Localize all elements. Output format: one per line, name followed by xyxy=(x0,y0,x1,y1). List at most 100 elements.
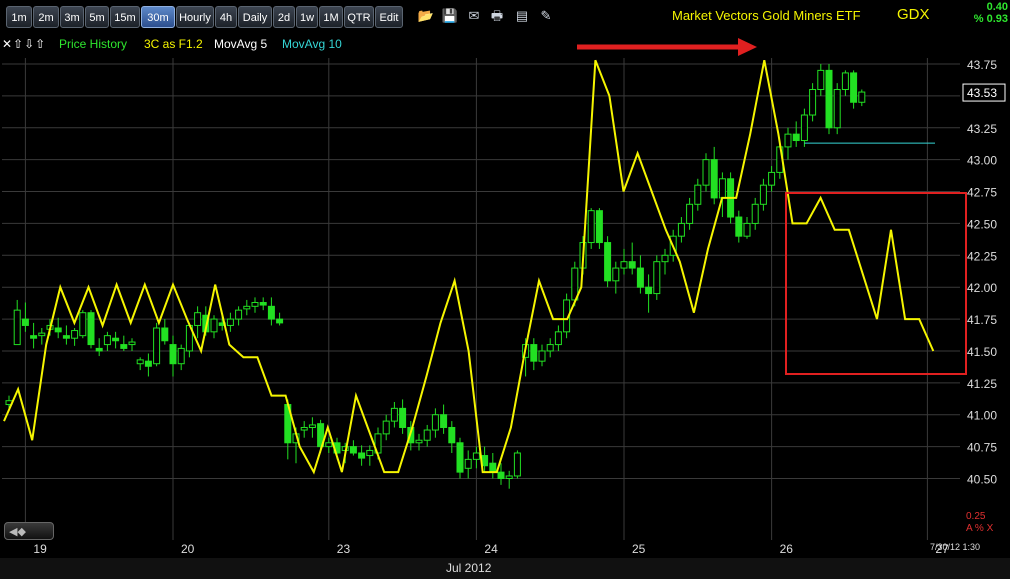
candle-body xyxy=(399,407,407,428)
candle-body xyxy=(276,318,284,324)
y-tick-label: 41.75 xyxy=(967,313,997,327)
candle-body xyxy=(604,242,612,282)
candle-body xyxy=(489,462,497,473)
candle-body xyxy=(661,254,669,263)
candle-body xyxy=(645,286,653,295)
candle-body xyxy=(21,318,29,326)
last-price-label: 43.53 xyxy=(967,86,997,100)
candle-body xyxy=(349,446,357,454)
candle-body xyxy=(751,203,759,224)
candle-body xyxy=(546,344,554,352)
candle-body xyxy=(800,114,808,142)
candle-body xyxy=(759,184,767,205)
candle-body xyxy=(530,344,538,362)
candle-body xyxy=(308,424,316,428)
candle-body xyxy=(710,159,718,199)
candle-body xyxy=(628,261,636,269)
month-label: Jul 2012 xyxy=(446,561,492,575)
candle-body xyxy=(128,341,136,346)
candle-body xyxy=(112,337,120,342)
x-tick-label: 26 xyxy=(780,542,794,556)
candle-body xyxy=(538,350,546,362)
y-tick-label: 43.75 xyxy=(967,58,997,72)
candle-body xyxy=(210,318,218,333)
y-tick-label: 42.25 xyxy=(967,249,997,263)
candle-body xyxy=(54,327,62,333)
candle-body xyxy=(87,312,95,346)
candle-body xyxy=(677,222,685,237)
candle-body xyxy=(595,210,603,244)
indicator-low-value: 0.25 xyxy=(966,511,986,522)
candle-body xyxy=(259,301,267,306)
candle-body xyxy=(456,442,464,473)
candle-body xyxy=(144,360,152,367)
y-tick-label: 40.75 xyxy=(967,441,997,455)
candle-body xyxy=(620,261,628,269)
y-tick-label: 41.00 xyxy=(967,409,997,423)
candle-body xyxy=(448,426,456,444)
candle-body xyxy=(809,89,817,116)
x-tick-label: 19 xyxy=(33,542,47,556)
candle-body xyxy=(464,458,472,469)
y-tick-label: 41.25 xyxy=(967,377,997,391)
candle-body xyxy=(300,426,308,431)
x-tick-label: 23 xyxy=(337,542,351,556)
candle-body xyxy=(702,159,710,186)
candle-body xyxy=(833,89,841,129)
candle-body xyxy=(825,69,833,129)
candle-body xyxy=(95,347,103,352)
candle-body xyxy=(513,452,521,477)
candle-body xyxy=(497,471,505,480)
candle-body xyxy=(415,439,423,444)
candle-body xyxy=(153,327,161,365)
candle-body xyxy=(686,203,694,224)
y-tick-label: 42.50 xyxy=(967,217,997,231)
candle-body xyxy=(243,305,251,310)
candle-body xyxy=(267,305,275,320)
candle-body xyxy=(735,216,743,237)
x-tick-label: 20 xyxy=(181,542,195,556)
candle-body xyxy=(784,133,792,148)
candle-body xyxy=(194,312,202,326)
x-tick-label: 24 xyxy=(484,542,498,556)
y-tick-label: 40.50 xyxy=(967,473,997,487)
candle-body xyxy=(177,347,185,365)
candle-body xyxy=(653,261,661,295)
candle-body xyxy=(587,210,595,244)
candle-body xyxy=(636,267,644,288)
x-tick-label: 25 xyxy=(632,542,646,556)
candle-body xyxy=(103,335,111,346)
timeline-bar xyxy=(0,558,1010,579)
candle-body xyxy=(390,407,398,422)
candle-body xyxy=(768,171,776,186)
candle-body xyxy=(431,414,439,431)
candle-body xyxy=(792,133,800,142)
candle-body xyxy=(169,344,177,365)
candle-body xyxy=(743,222,751,237)
date-stamp: 7/30/12 1:30 xyxy=(930,542,981,552)
scroll-widget[interactable]: ◀◆ xyxy=(4,522,54,540)
candle-body xyxy=(38,332,46,337)
candle-body xyxy=(366,449,374,457)
candle-body xyxy=(612,267,620,282)
candle-body xyxy=(423,429,431,441)
price-chart: 40.50 40.75 41.00 41.25 41.50 41.75 42.00 42.25… xyxy=(2,38,1006,556)
y-tick-label: 41.50 xyxy=(967,345,997,359)
candle-body xyxy=(226,318,234,326)
candle-body xyxy=(850,72,858,103)
candle-body xyxy=(554,331,562,346)
candle-body xyxy=(79,312,87,337)
candle-body xyxy=(858,91,866,103)
candle-body xyxy=(817,69,825,91)
y-tick-label: 43.25 xyxy=(967,122,997,136)
scale-controls[interactable]: A % X xyxy=(966,523,993,534)
candle-body xyxy=(71,330,79,339)
red-highlight-box xyxy=(785,192,967,375)
y-tick-label: 42.75 xyxy=(967,186,997,200)
indicator-3c-line xyxy=(3,59,935,475)
candle-body xyxy=(325,442,333,448)
candle-body xyxy=(136,359,144,365)
candle-body xyxy=(841,72,849,91)
candle-body xyxy=(440,414,448,428)
candle-body xyxy=(382,420,390,435)
